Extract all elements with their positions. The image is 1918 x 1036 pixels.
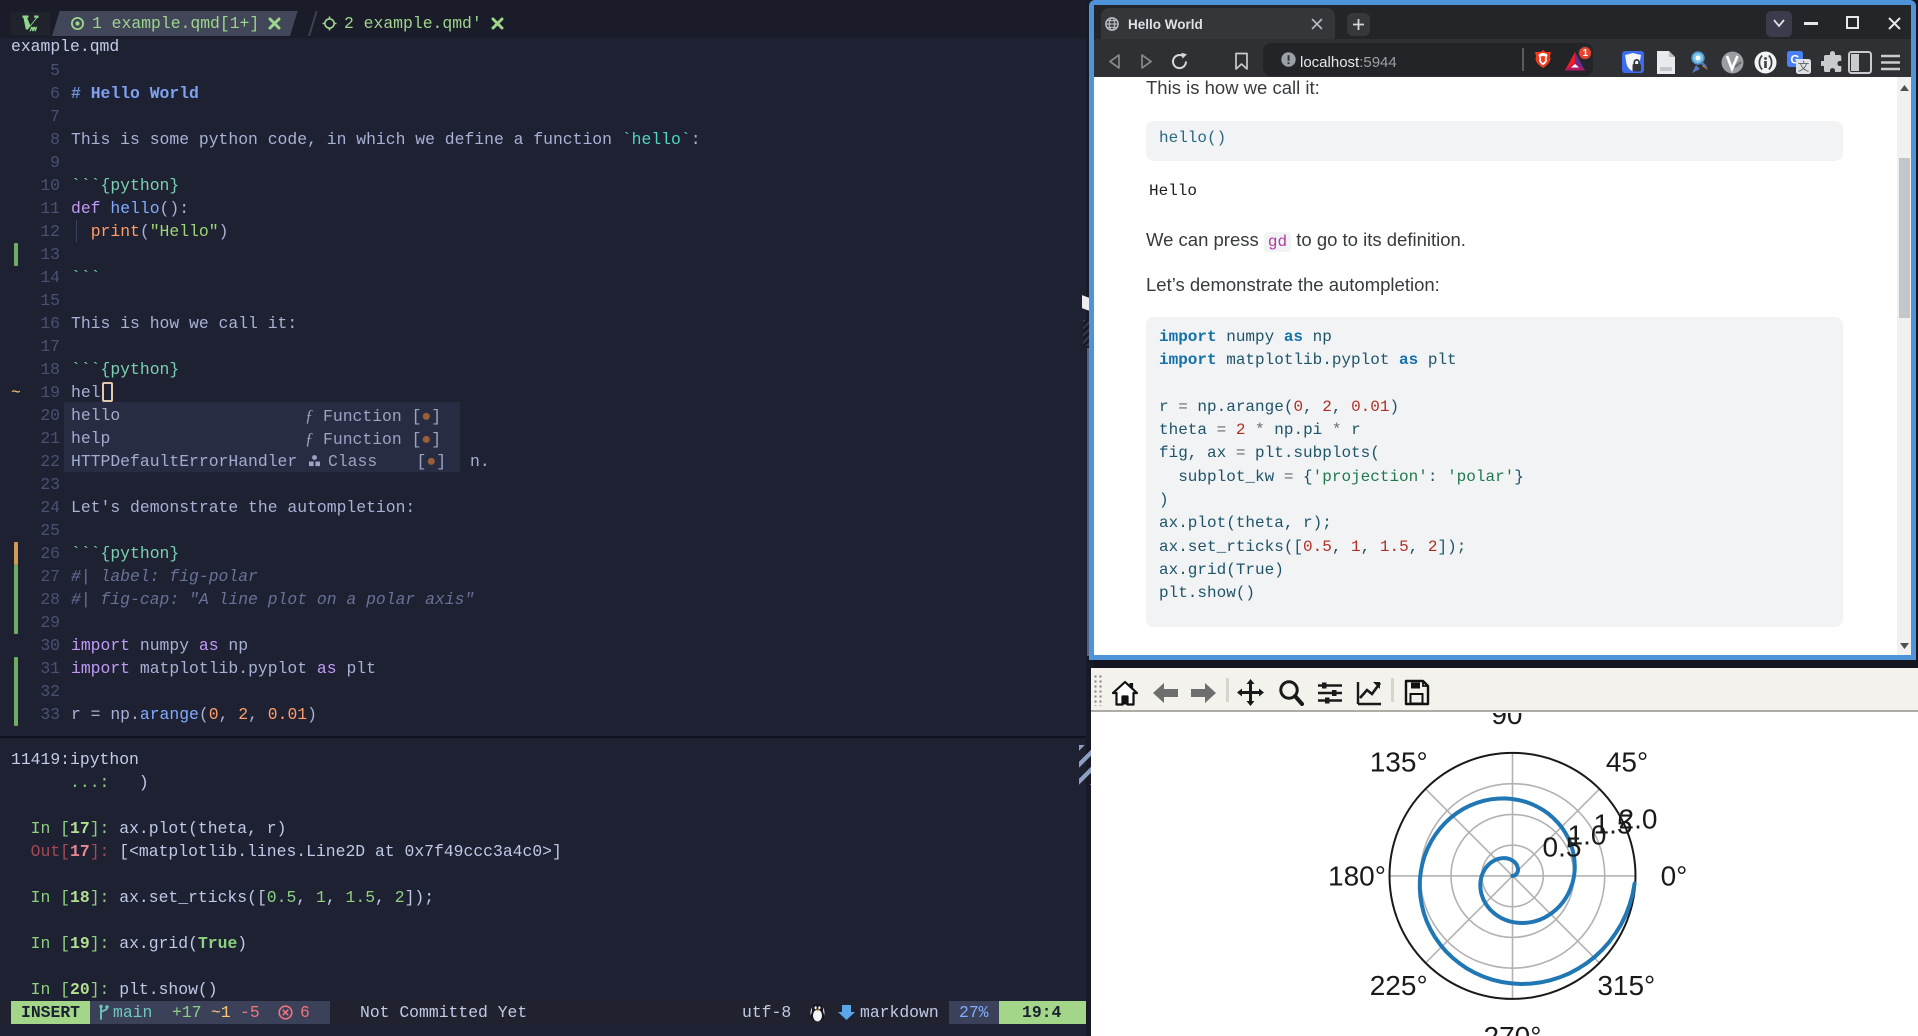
svg-text:135°: 135° [1370,747,1428,778]
svg-text:270°: 270° [1484,1021,1542,1036]
svg-text:45°: 45° [1606,747,1648,778]
svg-text:180°: 180° [1328,861,1386,892]
svg-text:225°: 225° [1370,970,1428,1001]
svg-text:90°: 90° [1491,713,1533,730]
svg-text:0°: 0° [1661,861,1688,892]
svg-text:文: 文 [1798,60,1810,74]
svg-text:2.0: 2.0 [1619,804,1658,835]
svg-text:315°: 315° [1597,970,1655,1001]
